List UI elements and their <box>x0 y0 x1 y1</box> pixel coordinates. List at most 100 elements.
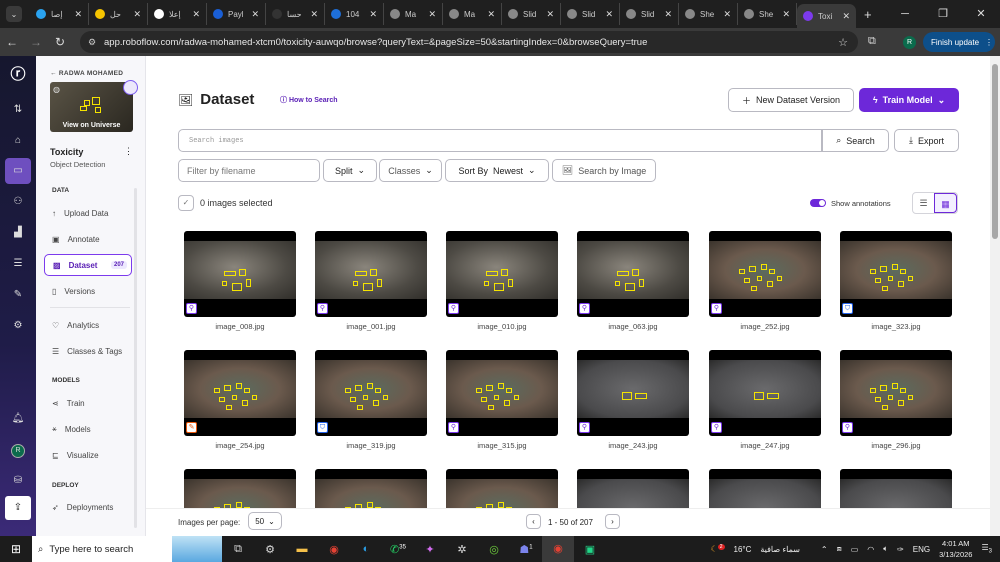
image-thumbnail[interactable]: ⚲ <box>577 231 689 317</box>
image-card[interactable]: ⛉ image_319.jpg <box>315 350 427 450</box>
settings-icon[interactable]: ⚙ <box>5 310 31 341</box>
profile-avatar[interactable]: R <box>903 36 916 49</box>
minimize-button[interactable]: ─ <box>886 0 924 28</box>
file-explorer-icon[interactable]: ▬ <box>286 543 318 555</box>
browser-tab[interactable]: Ma ✕ <box>384 3 443 25</box>
user-avatar[interactable]: R <box>5 434 31 465</box>
edge-icon[interactable]: ◐ <box>350 543 382 555</box>
image-card[interactable]: ⚲ image_252.jpg <box>709 231 821 331</box>
search-by-image-button[interactable]: 🖼︎ Search by Image <box>552 159 656 182</box>
close-tab-icon[interactable]: ✕ <box>133 9 141 20</box>
filter-by-filename-input[interactable]: Filter by filename <box>178 159 320 182</box>
analytics-icon[interactable]: ▟ <box>5 217 31 248</box>
images-per-page-select[interactable]: 50 ⌄ <box>248 512 282 530</box>
bookmark-star-icon[interactable]: ☆ <box>838 36 848 49</box>
close-tab-icon[interactable]: ✕ <box>310 9 318 20</box>
browser-tab[interactable]: Slid ✕ <box>561 3 620 25</box>
extensions-icon[interactable]: ⧉ <box>868 35 876 48</box>
close-tab-icon[interactable]: ✕ <box>546 9 554 20</box>
sort-by-dropdown[interactable]: Sort By Newest ⌄ <box>445 159 549 182</box>
new-dataset-version-button[interactable]: ＋ New Dataset Version <box>728 88 854 112</box>
search-button[interactable]: ⌕ Search <box>822 129 889 152</box>
image-card[interactable] <box>577 469 689 508</box>
browser-tab[interactable]: Payl ✕ <box>207 3 266 25</box>
weather-icon[interactable]: ☾ 2 <box>711 544 725 554</box>
pen-icon[interactable]: ✑ <box>897 545 904 554</box>
close-window-button[interactable]: ✕ <box>962 0 1000 28</box>
settings-app-icon[interactable]: ⚙ <box>254 543 286 556</box>
sidebar-item-versions[interactable]: ▯ Versions <box>44 280 132 302</box>
close-tab-icon[interactable]: ✕ <box>605 9 613 20</box>
workspace-back-link[interactable]: ← RADWA MOHAMED <box>50 70 123 77</box>
windows-start-button[interactable]: ⊞ <box>0 542 32 556</box>
wifi-icon[interactable]: ◠ <box>867 545 874 554</box>
page-scrollbar[interactable] <box>990 56 1000 536</box>
tray-overflow-icon[interactable]: ⌃ <box>821 545 828 554</box>
image-thumbnail[interactable]: ⚲ <box>184 231 296 317</box>
sidebar-item-visualize[interactable]: ⊑ Visualize <box>44 444 132 466</box>
image-thumbnail[interactable]: ⚲ <box>315 231 427 317</box>
image-thumbnail[interactable] <box>840 469 952 508</box>
browser-tab[interactable]: حسا ✕ <box>266 3 325 25</box>
universe-icon[interactable]: ⛁ <box>5 465 31 496</box>
scrollbar-thumb[interactable] <box>992 64 998 239</box>
image-thumbnail[interactable] <box>315 469 427 508</box>
image-card[interactable] <box>315 469 427 508</box>
back-button[interactable]: ← <box>0 35 24 49</box>
image-card[interactable]: ⚲ image_008.jpg <box>184 231 296 331</box>
copilot-icon[interactable]: ✦ <box>414 543 446 556</box>
close-tab-icon[interactable]: ✕ <box>369 9 377 20</box>
chrome-icon[interactable]: ◉ <box>318 543 350 556</box>
image-card[interactable] <box>709 469 821 508</box>
roboflow-logo[interactable]: ⓡ <box>5 56 31 94</box>
split-dropdown[interactable]: Split ⌄ <box>323 159 377 182</box>
list-view-button[interactable]: ☰ <box>913 193 934 213</box>
project-menu-icon[interactable]: ⋮ <box>124 146 133 157</box>
storage-icon[interactable]: ☰ <box>5 248 31 279</box>
image-card[interactable]: ⚲ image_063.jpg <box>577 231 689 331</box>
browser-tab[interactable]: حل ✕ <box>89 3 148 25</box>
browser-tab[interactable]: إصا ✕ <box>30 3 89 25</box>
image-thumbnail[interactable]: ⛉ <box>315 350 427 436</box>
sidebar-item-models[interactable]: ⚹ Models <box>44 418 132 440</box>
image-thumbnail[interactable] <box>184 469 296 508</box>
prev-page-button[interactable]: ‹ <box>526 514 541 529</box>
image-card[interactable]: ⚲ image_001.jpg <box>315 231 427 331</box>
sidebar-scrollbar[interactable] <box>134 188 137 528</box>
search-images-input[interactable]: Search images <box>178 129 822 152</box>
image-card[interactable]: ⚲ image_010.jpg <box>446 231 558 331</box>
image-card[interactable] <box>446 469 558 508</box>
reload-button[interactable]: ↻ <box>48 35 72 49</box>
browser-tab[interactable]: Slid ✕ <box>620 3 679 25</box>
image-card[interactable]: ⚲ image_247.jpg <box>709 350 821 450</box>
task-view-icon[interactable]: ⧉ <box>222 543 254 556</box>
upload-icon[interactable]: ⇪ <box>5 496 31 520</box>
teams-icon[interactable]: ☗1 <box>510 543 542 556</box>
new-tab-button[interactable]: + <box>864 7 872 22</box>
sidebar-item-deployments[interactable]: ➶ Deployments <box>44 496 132 518</box>
close-tab-icon[interactable]: ✕ <box>487 9 495 20</box>
bug-app-icon[interactable]: ✲ <box>446 543 478 556</box>
camo-app-icon[interactable]: ◎ <box>478 543 510 556</box>
image-thumbnail[interactable]: ⚲ <box>446 231 558 317</box>
train-model-button[interactable]: ϟ Train Model ⌄ <box>859 88 959 112</box>
image-thumbnail[interactable] <box>446 469 558 508</box>
close-tab-icon[interactable]: ✕ <box>251 9 259 20</box>
show-annotations-toggle[interactable] <box>810 199 826 207</box>
browser-tab[interactable]: She ✕ <box>738 3 797 25</box>
close-tab-icon[interactable]: ✕ <box>74 9 82 20</box>
browser-tab[interactable]: Slid ✕ <box>502 3 561 25</box>
tab-search-button[interactable]: ⌄ <box>6 6 22 22</box>
image-card[interactable]: ⚲ image_243.jpg <box>577 350 689 450</box>
classes-dropdown[interactable]: Classes ⌄ <box>379 159 442 182</box>
image-card[interactable] <box>840 469 952 508</box>
switch-workspace-icon[interactable]: ⇅ <box>5 94 31 125</box>
select-all-checkbox[interactable]: ✓ <box>178 195 194 211</box>
pycharm-icon[interactable]: ▣ <box>574 543 606 556</box>
restore-button[interactable]: ❐ <box>924 0 962 28</box>
image-card[interactable]: ⛉ image_323.jpg <box>840 231 952 331</box>
how-to-search-link[interactable]: ⓘ How to Search <box>280 95 338 105</box>
image-thumbnail[interactable]: ⚲ <box>840 350 952 436</box>
close-tab-icon[interactable]: ✕ <box>428 9 436 20</box>
sidebar-item-upload-data[interactable]: ↑ Upload Data <box>44 202 132 224</box>
